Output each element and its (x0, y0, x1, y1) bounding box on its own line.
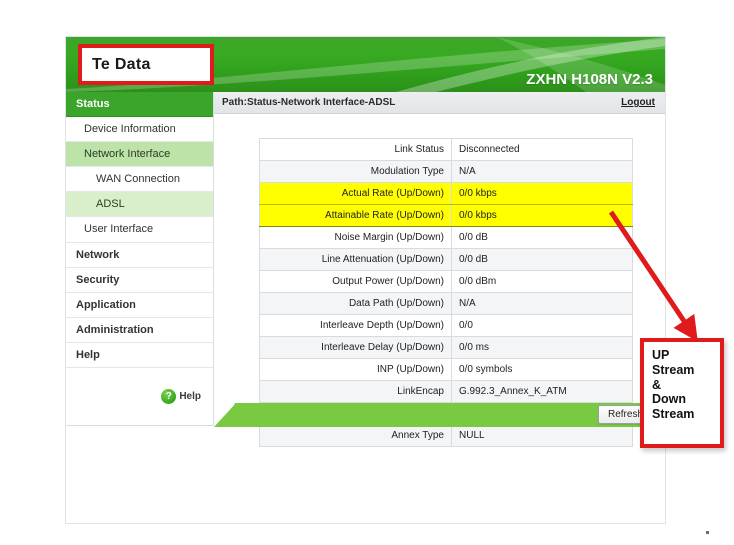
table-row: Output Power (Up/Down) 0/0 dBm (259, 270, 633, 293)
content-area: Path:Status-Network Interface-ADSL Logou… (214, 92, 665, 447)
table-row: LinkEncap G.992.3_Annex_K_ATM (259, 380, 633, 403)
sidebar-item-help[interactable]: Help (66, 343, 213, 369)
sidebar-help-label: Help (179, 391, 201, 403)
breadcrumb: Path:Status-Network Interface-ADSL (222, 97, 396, 108)
row-label: Actual Rate (Up/Down) (259, 182, 452, 205)
row-label: Output Power (Up/Down) (259, 270, 452, 293)
row-value: Disconnected (451, 138, 633, 161)
sidebar-item-security[interactable]: Security (66, 268, 213, 293)
question-mark-icon: ? (161, 389, 177, 405)
page-header-banner: Te Data ZXHN H108N V2.3 (66, 37, 665, 92)
page-dot-artifact (706, 531, 709, 534)
device-model-name: ZXHN H108N V2.3 (526, 71, 653, 88)
row-value: 0/0 dB (451, 248, 633, 271)
sidebar-item-network[interactable]: Network (66, 243, 213, 268)
brand-logo-box: Te Data (78, 44, 214, 85)
table-row: Data Path (Up/Down) N/A (259, 292, 633, 315)
table-row: Noise Margin (Up/Down) 0/0 dB (259, 226, 633, 249)
sidebar-item-user-interface[interactable]: User Interface (66, 217, 213, 243)
row-value: G.992.3_Annex_K_ATM (451, 380, 633, 403)
row-value: N/A (451, 292, 633, 315)
sidebar-item-network-interface[interactable]: Network Interface (66, 142, 213, 168)
logout-link[interactable]: Logout (621, 97, 655, 108)
row-label: Attainable Rate (Up/Down) (259, 204, 452, 227)
table-row: Interleave Depth (Up/Down) 0/0 (259, 314, 633, 337)
row-label: Modulation Type (259, 160, 452, 183)
row-value: 0/0 ms (451, 336, 633, 359)
sidebar-item-device-information[interactable]: Device Information (66, 117, 213, 143)
breadcrumb-bar: Path:Status-Network Interface-ADSL Logou… (214, 92, 665, 114)
table-row: INP (Up/Down) 0/0 symbols (259, 358, 633, 381)
row-label: LinkEncap (259, 380, 452, 403)
sidebar-item-application[interactable]: Application (66, 293, 213, 318)
row-label: Link Status (259, 138, 452, 161)
adsl-status-table: Link Status Disconnected Modulation Type N/… (259, 138, 633, 447)
table-row: Attainable Rate (Up/Down) 0/0 kbps (259, 204, 633, 227)
row-value: 0/0 kbps (451, 182, 633, 205)
refresh-button[interactable]: Refresh (597, 405, 653, 424)
row-label: Interleave Depth (Up/Down) (259, 314, 452, 337)
table-row: Actual Rate (Up/Down) 0/0 kbps (259, 182, 633, 205)
row-value: 0/0 dB (451, 226, 633, 249)
row-label: Interleave Delay (Up/Down) (259, 336, 452, 359)
router-admin-window: Te Data ZXHN H108N V2.3 Status Device Inf… (65, 36, 666, 524)
sidebar-help-area[interactable]: ? Help (66, 368, 213, 427)
row-label: Noise Margin (Up/Down) (259, 226, 452, 249)
row-label: Data Path (Up/Down) (259, 292, 452, 315)
row-value: N/A (451, 160, 633, 183)
sidebar-menu-list: Status Device Information Network Interfac… (66, 92, 213, 369)
row-label: Line Attenuation (Up/Down) (259, 248, 452, 271)
row-value: 0/0 (451, 314, 633, 337)
row-value: 0/0 symbols (451, 358, 633, 381)
sidebar-item-wan-connection[interactable]: WAN Connection (66, 167, 213, 193)
row-label: INP (Up/Down) (259, 358, 452, 381)
sidebar-item-adsl[interactable]: ADSL (66, 192, 213, 218)
sidebar-navigation: Status Device Information Network Interfac… (66, 92, 214, 427)
table-row: Modulation Type N/A (259, 160, 633, 183)
sidebar-item-administration[interactable]: Administration (66, 318, 213, 343)
table-row: Line Attenuation (Up/Down) 0/0 dB (259, 248, 633, 271)
table-row: Link Status Disconnected (259, 138, 633, 161)
row-value: 0/0 dBm (451, 270, 633, 293)
page-body: Status Device Information Network Interfac… (66, 92, 665, 447)
table-row: Interleave Delay (Up/Down) 0/0 ms (259, 336, 633, 359)
row-value: 0/0 kbps (451, 204, 633, 227)
sidebar-item-status[interactable]: Status (66, 92, 213, 118)
screenshot-root: Te Data ZXHN H108N V2.3 Status Device Inf… (0, 0, 734, 545)
adsl-status-table-wrap: Link Status Disconnected Modulation Type N/… (214, 114, 665, 447)
brand-logo-text: Te Data (92, 55, 151, 73)
page-footer: Refresh (214, 403, 665, 431)
